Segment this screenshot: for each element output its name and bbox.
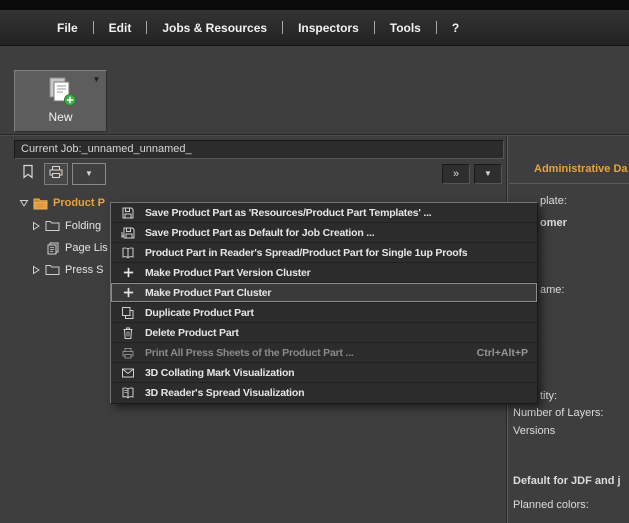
menu-item-label: 3D Collating Mark Visualization (145, 367, 294, 379)
menubar-separator (146, 21, 147, 34)
panel-header: Administrative Da (534, 163, 628, 175)
tree-item-label: Product P (53, 197, 105, 209)
menubar-separator (374, 21, 375, 34)
menu-item-make-version-cluster[interactable]: Make Product Part Version Cluster (111, 263, 537, 283)
menubar-separator (436, 21, 437, 34)
menu-tools[interactable]: Tools (377, 16, 434, 40)
plus-icon (111, 286, 145, 299)
page-list-icon (44, 242, 61, 255)
menu-item-3d-readers-spread[interactable]: 3D Reader's Spread Visualization (111, 383, 537, 403)
menu-item-label: Product Part in Reader's Spread/Product … (145, 247, 467, 259)
panel-label-quantity: tity: (540, 390, 557, 402)
menu-item-label: Save Product Part as Default for Job Cre… (145, 227, 374, 239)
product-part-menu-dropdown-button[interactable]: ▼ (72, 163, 106, 185)
bookmark-button[interactable] (16, 163, 40, 185)
panel-label-number-of-layers: Number of Layers: (513, 407, 603, 419)
menu-item-readers-spread[interactable]: Product Part in Reader's Spread/Product … (111, 243, 537, 263)
menu-item-label: Save Product Part as 'Resources/Product … (145, 207, 432, 219)
menubar: File Edit Jobs & Resources Inspectors To… (0, 10, 629, 46)
menu-item-3d-collating-mark[interactable]: 3D Collating Mark Visualization (111, 363, 537, 383)
menu-help[interactable]: ? (439, 16, 472, 40)
expander-open-icon[interactable] (18, 198, 30, 208)
collapse-panel-button[interactable]: ▼ (474, 164, 502, 184)
print-button[interactable] (44, 163, 68, 185)
collating-mark-icon (111, 366, 145, 380)
product-part-folder-icon (32, 197, 49, 210)
current-job-bar: Current Job:_unnamed_unnamed_ (14, 140, 504, 159)
menu-item-label: Duplicate Product Part (145, 307, 254, 319)
tree-item-press-sheets[interactable]: Press S (30, 261, 104, 279)
new-button-label: New (15, 110, 106, 124)
panel-label-versions: Versions (513, 425, 555, 437)
tree-item-page-list[interactable]: Page Lis (30, 239, 108, 257)
arrow-down-icon: ▼ (484, 170, 492, 178)
menu-item-label: Print All Press Sheets of the Product Pa… (145, 347, 354, 359)
menu-item-label: Make Product Part Cluster (145, 287, 271, 299)
menubar-separator (93, 21, 94, 34)
trash-icon (111, 326, 145, 340)
folder-icon (44, 220, 61, 232)
app-window: File Edit Jobs & Resources Inspectors To… (0, 0, 629, 523)
menu-inspectors[interactable]: Inspectors (285, 16, 372, 40)
menu-item-save-as-default[interactable]: Save Product Part as Default for Job Cre… (111, 223, 537, 243)
panel-label-planned-colors: Planned colors: (513, 499, 589, 511)
printer-icon (111, 346, 145, 360)
readers-spread-3d-icon (111, 386, 145, 400)
tree-item-folding[interactable]: Folding (30, 217, 101, 235)
menu-edit[interactable]: Edit (96, 16, 145, 40)
printer-icon (48, 164, 64, 184)
menu-item-label: 3D Reader's Spread Visualization (145, 387, 304, 399)
menu-item-label: Delete Product Part (145, 327, 239, 339)
expander-closed-icon[interactable] (30, 265, 42, 275)
chevron-down-icon: ▼ (85, 170, 93, 178)
menu-item-save-as-template[interactable]: Save Product Part as 'Resources/Product … (111, 203, 537, 223)
tree-item-label: Press S (65, 264, 104, 276)
menu-item-shortcut: Ctrl+Alt+P (477, 347, 528, 359)
new-document-icon (43, 76, 79, 113)
double-chevron-right-icon: » (453, 169, 459, 180)
tree-item-product-part[interactable]: Product P (18, 194, 105, 212)
product-part-context-menu: Save Product Part as 'Resources/Product … (110, 202, 538, 404)
panel-label-template: plate: (540, 195, 567, 207)
tree-item-label: Folding (65, 220, 101, 232)
menu-item-label: Make Product Part Version Cluster (145, 267, 311, 279)
readers-spread-icon (111, 246, 145, 260)
panel-header-rule (509, 183, 629, 184)
new-button-dropdown-arrow[interactable]: ▼ (88, 72, 105, 87)
bookmark-icon (21, 164, 35, 184)
panel-label-name: ame: (540, 284, 564, 296)
panel-label-default-jdf: Default for JDF and j (513, 475, 621, 487)
folder-icon (44, 264, 61, 276)
plus-icon (111, 266, 145, 279)
menubar-separator (282, 21, 283, 34)
menu-item-print-all-press-sheets: Print All Press Sheets of the Product Pa… (111, 343, 537, 363)
window-top-strip (0, 0, 629, 10)
menu-jobs-resources[interactable]: Jobs & Resources (149, 16, 280, 40)
menu-item-duplicate[interactable]: Duplicate Product Part (111, 303, 537, 323)
panel-label-customer: omer (540, 217, 567, 229)
expander-closed-icon[interactable] (30, 221, 42, 231)
save-icon (111, 206, 145, 220)
save-as-default-icon (111, 226, 145, 240)
tree-item-label: Page Lis (65, 242, 108, 254)
duplicate-icon (111, 306, 145, 320)
fast-forward-button[interactable]: » (442, 164, 470, 184)
menu-item-delete[interactable]: Delete Product Part (111, 323, 537, 343)
menu-item-make-cluster[interactable]: Make Product Part Cluster (111, 283, 537, 303)
menu-file[interactable]: File (44, 16, 91, 40)
new-button[interactable]: ▼ New (14, 70, 107, 132)
